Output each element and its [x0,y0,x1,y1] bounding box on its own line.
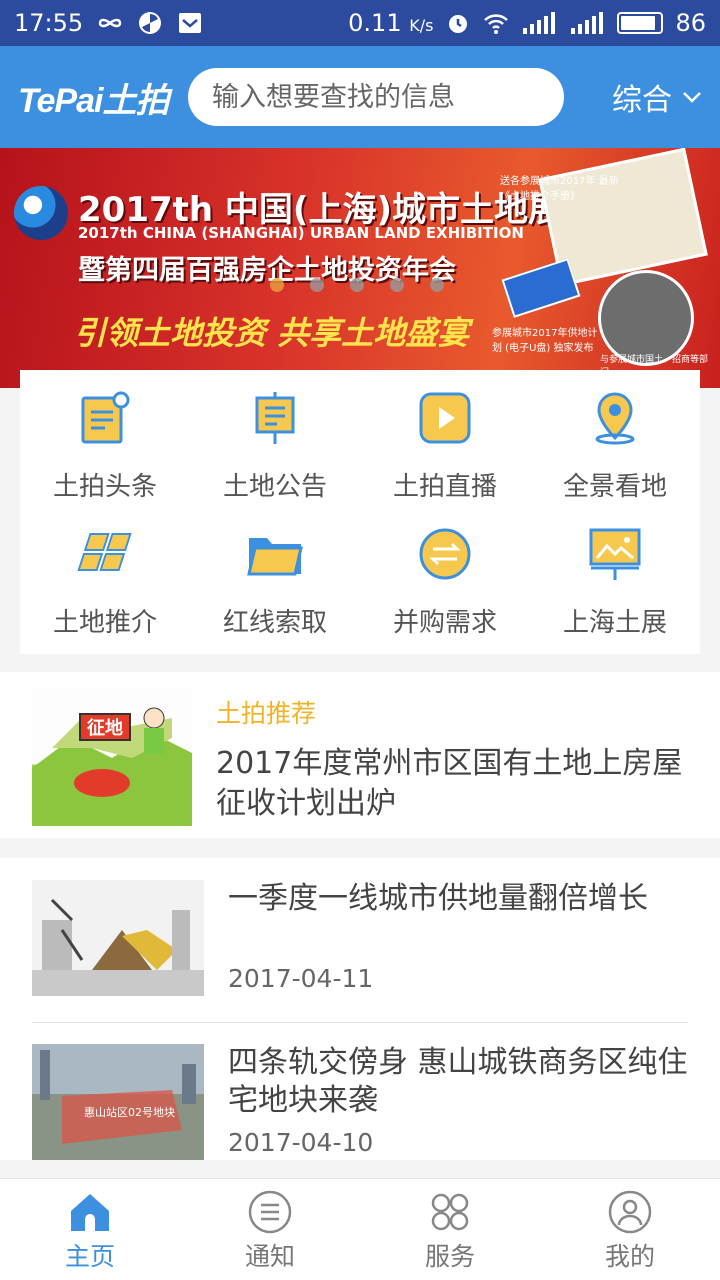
recommend-tag: 土拍推荐 [216,699,317,728]
tab-label: 主页 [64,1242,115,1271]
banner-slogan: 引领土地投资 共享土地盛宴 [74,314,470,352]
menu-item-land-promotion[interactable]: 土地推介 [20,514,190,650]
tab-services[interactable]: 服务 [360,1179,540,1280]
battery-icon [617,12,664,34]
notification-icon [248,1190,292,1234]
menu-item-land-notice[interactable]: 土地公告 [190,378,360,514]
exhibition-logo-icon [14,186,68,240]
pager-dot[interactable] [270,278,284,292]
menu-label: 土地推介 [52,608,157,638]
exhibition-board-icon [583,522,647,586]
recommend-title: 2017年度常州市区国有土地上房屋征收计划出炉 [216,746,683,821]
notice-board-icon [243,386,307,450]
signal-icon [523,12,556,34]
status-bar: 17:55 0.11 K/s 86 [0,0,720,46]
menu-label: 红线索取 [222,608,327,638]
news-list: 一季度一线城市供地量翻倍增长 2017-04-11 惠山站区02号地块 四条轨交… [0,858,720,1160]
category-filter[interactable]: 综合 [612,75,702,119]
menu-label: 全景看地 [562,472,667,502]
app-logo: TePai土拍 [18,81,169,120]
alarm-icon [449,15,468,33]
news-date: 2017-04-11 [228,964,374,993]
news-date: 2017-04-10 [228,1128,374,1157]
tab-label: 我的 [604,1242,655,1271]
tab-label: 通知 [244,1242,295,1271]
banner-note-top: 送各参展城市2017年 最新《土地推介手册》 [500,176,619,202]
menu-item-live[interactable]: 土拍直播 [360,378,530,514]
tiles-icon [73,522,137,586]
divider [32,1022,688,1023]
menu-label: 土地公告 [222,472,327,502]
live-play-icon [413,386,477,450]
menu-label: 土拍直播 [392,472,497,502]
exchange-icon [413,522,477,586]
profile-icon [608,1190,652,1234]
battery-level: 86 [675,9,706,37]
status-time: 17:55 [14,9,84,37]
menu-item-mna[interactable]: 并购需求 [360,514,530,650]
menu-label: 并购需求 [392,608,497,638]
menu-item-shanghai-expo[interactable]: 上海土展 [530,514,700,650]
sync-icon [139,12,162,34]
pager-dot[interactable] [430,278,444,292]
headline-icon [73,386,137,450]
thumb-plot-label: 惠山站区02号地块 [84,1105,175,1119]
news-thumbnail: 惠山站区02号地块 [32,1044,204,1160]
network-speed: 0.11 K/s [348,9,434,37]
pager-dot[interactable] [390,278,404,292]
search-bar[interactable] [188,68,564,126]
wifi-icon [484,14,509,34]
recommend-thumbnail: 征地 [32,688,192,826]
news-title: 四条轨交傍身 惠山城铁商务区纯住宅地块来袭 [228,1045,688,1118]
menu-item-panorama[interactable]: 全景看地 [530,378,700,514]
signal-icon-2 [571,12,604,34]
news-item[interactable]: 一季度一线城市供地量翻倍增长 2017-04-11 [32,880,688,1004]
promo-banner[interactable]: 2017th 中国(上海)城市土地展 2017th CHINA (SHANGHA… [0,148,720,388]
menu-label: 上海土展 [562,608,667,638]
thumb-sign-text: 征地 [87,717,123,739]
news-thumbnail [32,880,204,996]
usb-card-image [501,258,581,318]
menu-item-headlines[interactable]: 土拍头条 [20,378,190,514]
tab-profile[interactable]: 我的 [540,1179,720,1280]
infinity-icon [98,18,122,28]
chevron-down-icon [683,92,701,103]
pager-dot[interactable] [350,278,364,292]
home-icon [71,1194,109,1231]
pager-dot[interactable] [310,278,324,292]
folder-icon [243,522,307,586]
banner-pager [270,278,444,292]
bottom-tab-bar: 主页 通知 服务 我的 [0,1178,720,1280]
tab-label: 服务 [424,1242,475,1271]
news-title: 一季度一线城市供地量翻倍增长 [228,881,648,916]
tab-notifications[interactable]: 通知 [180,1179,360,1280]
menu-label: 土拍头条 [52,472,157,502]
news-item[interactable]: 惠山站区02号地块 四条轨交傍身 惠山城铁商务区纯住宅地块来袭 2017-04-… [32,1044,688,1160]
banner-note-mid: 参展城市2017年供地计划 (电子U盘) 独家发布 [492,328,598,354]
menu-item-redline[interactable]: 红线索取 [190,514,360,650]
banner-title-en: 2017th CHINA (SHANGHAI) URBAN LAND EXHIB… [78,224,524,242]
tab-home[interactable]: 主页 [0,1179,180,1280]
quick-menu: 土拍头条 土地公告 土拍直播 全景看地 土地推介 红线索取 并购需求 上海土展 [20,370,700,654]
map-pin-icon [583,386,647,450]
filter-label: 综合 [612,83,672,118]
recommend-card[interactable]: 征地 土拍推荐 2017年度常州市区国有土地上房屋征收计划出炉 [0,672,720,838]
mail-icon [179,13,202,33]
search-input[interactable] [212,81,554,113]
app-header: TePai土拍 综合 [0,46,720,148]
service-icon [431,1193,469,1231]
